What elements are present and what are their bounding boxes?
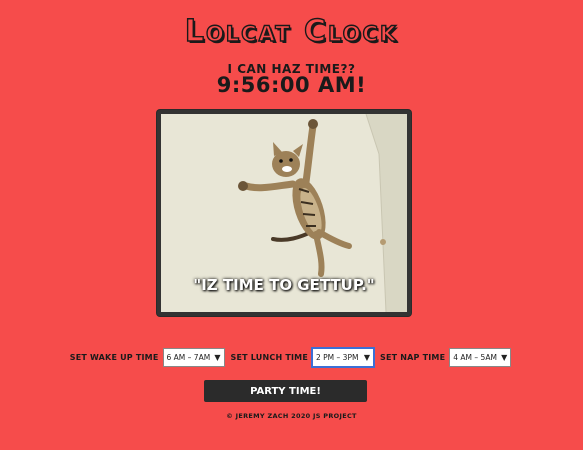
nap-time-value: 4 AM – 5AM bbox=[453, 353, 497, 362]
wakeup-label: Set Wake Up Time bbox=[69, 353, 159, 362]
wakeup-time-value: 6 AM – 7AM bbox=[166, 353, 211, 362]
chevron-down-icon: ▼ bbox=[501, 353, 508, 362]
lolcat-image: "IZ TIME TO GETTUP." bbox=[161, 114, 407, 312]
time-controls: Set Wake Up Time 6 AM – 7AM ▼ Set Lunch … bbox=[0, 347, 583, 368]
clock-display: 9:56:00 AM! bbox=[216, 73, 367, 97]
image-caption: "IZ TIME TO GETTUP." bbox=[193, 276, 375, 294]
chevron-down-icon: ▼ bbox=[363, 353, 370, 362]
party-time-button[interactable]: Party Time! bbox=[204, 380, 367, 402]
chevron-down-icon: ▼ bbox=[214, 353, 221, 362]
nap-label: Set Nap Time bbox=[380, 353, 446, 362]
lolcat-image-frame: "IZ TIME TO GETTUP." bbox=[157, 110, 411, 316]
wakeup-time-select[interactable]: 6 AM – 7AM ▼ bbox=[162, 348, 225, 367]
page-title: Lolcat Clock bbox=[184, 13, 399, 49]
lunch-time-value: 2 PM – 3PM bbox=[316, 353, 359, 362]
footer-credit: © Jeremy Zach 2020 JS Project bbox=[226, 412, 357, 420]
lunch-time-select[interactable]: 2 PM – 3PM ▼ bbox=[311, 347, 375, 368]
lunch-label: Set Lunch Time bbox=[230, 353, 308, 362]
nap-time-select[interactable]: 4 AM – 5AM ▼ bbox=[449, 348, 512, 367]
